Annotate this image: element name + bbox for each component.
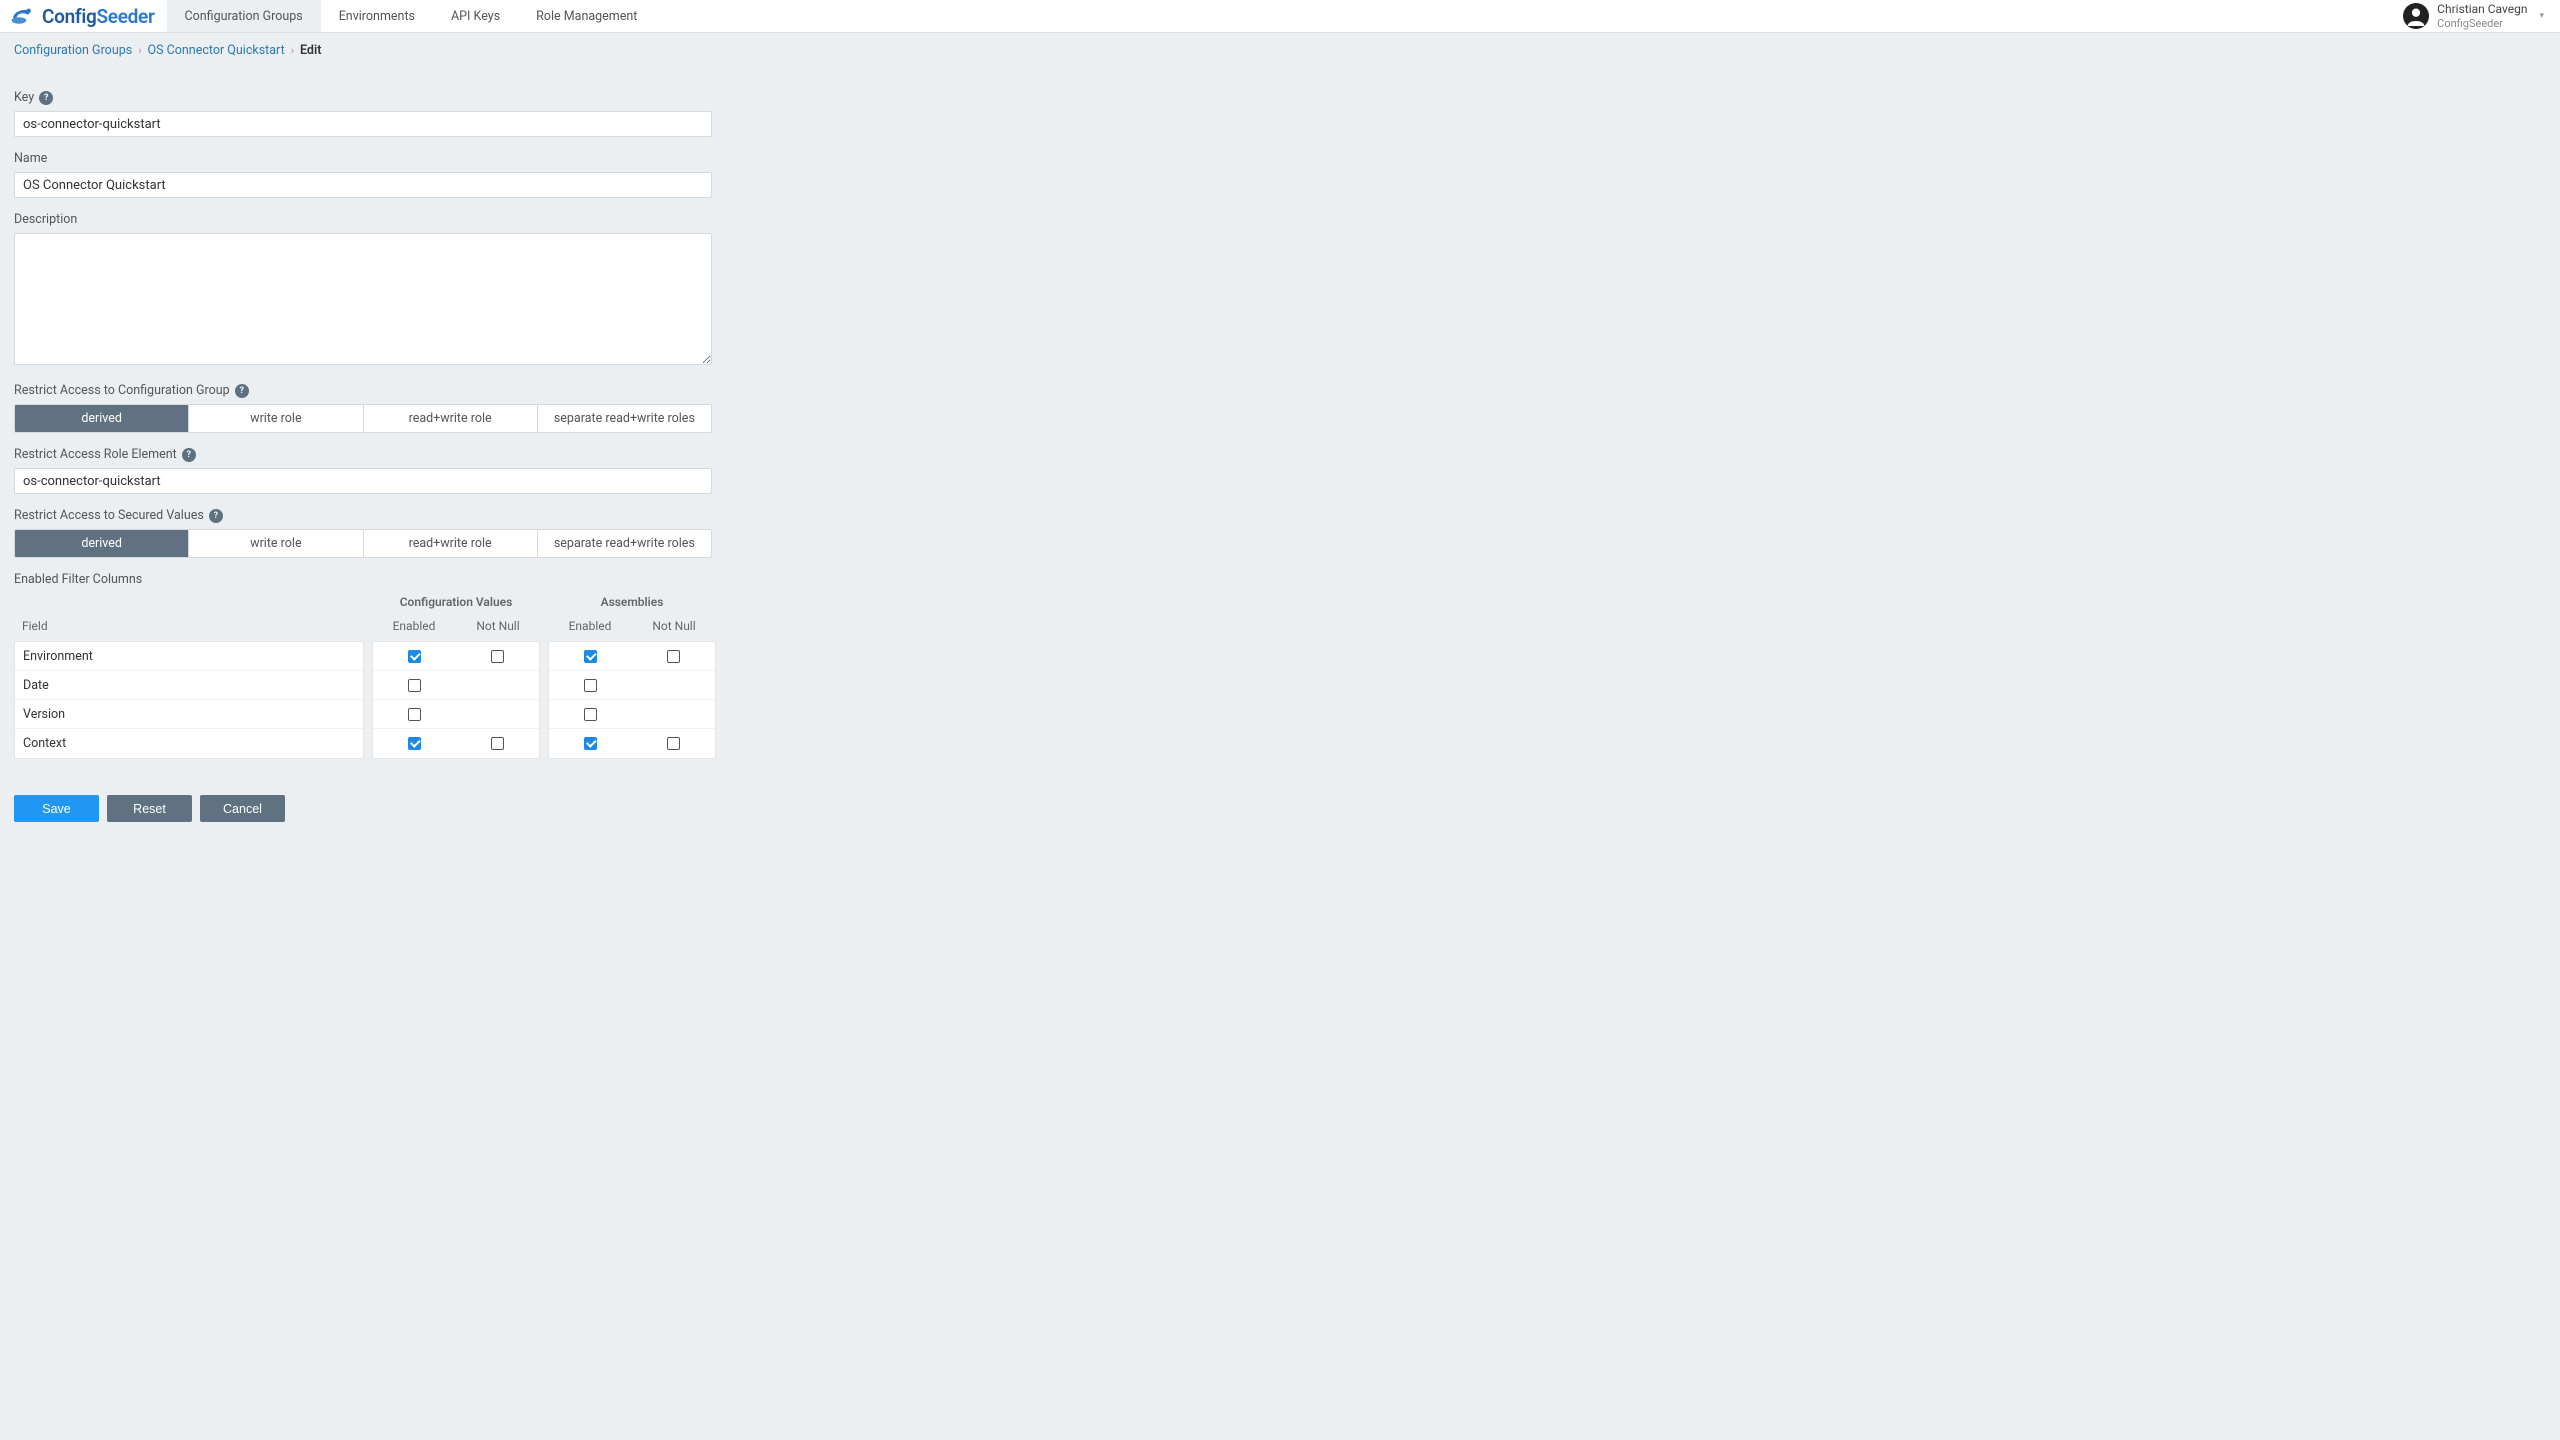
filter-row <box>549 671 715 700</box>
filter-row: Date <box>15 671 363 700</box>
segment-write-role[interactable]: write role <box>189 530 363 557</box>
filter-row <box>373 729 539 758</box>
breadcrumb-link[interactable]: OS Connector Quickstart <box>148 43 285 58</box>
help-icon[interactable]: ? <box>209 509 223 523</box>
chevron-right-icon: › <box>285 44 300 57</box>
description-label: Description <box>14 212 766 227</box>
segment-read-write-role[interactable]: read+write role <box>364 405 538 432</box>
breadcrumb: Configuration Groups›OS Connector Quicks… <box>0 33 2560 66</box>
role-element-input[interactable] <box>14 468 712 494</box>
filter-row <box>373 700 539 729</box>
reset-button[interactable]: Reset <box>107 795 192 822</box>
checkbox[interactable] <box>584 737 597 750</box>
nav-item-api-keys[interactable]: API Keys <box>433 0 518 32</box>
checkbox[interactable] <box>408 650 421 663</box>
notnull-header: Not Null <box>456 619 540 641</box>
notnull-header: Not Null <box>632 619 716 641</box>
field-name: Date <box>15 678 49 693</box>
filter-row <box>373 642 539 671</box>
name-input[interactable] <box>14 172 712 198</box>
breadcrumb-link[interactable]: Configuration Groups <box>14 43 132 58</box>
segment-read-write-role[interactable]: read+write role <box>364 530 538 557</box>
nav-item-environments[interactable]: Environments <box>321 0 433 32</box>
field-name: Context <box>15 736 66 751</box>
name-label: Name <box>14 151 766 166</box>
help-icon[interactable]: ? <box>182 448 196 462</box>
checkbox[interactable] <box>667 737 680 750</box>
filter-row: Version <box>15 700 363 729</box>
restrict-secured-segmented: derivedwrite roleread+write roleseparate… <box>14 529 712 558</box>
chevron-down-icon: ▾ <box>2535 11 2544 21</box>
user-menu[interactable]: Christian Cavegn ConfigSeeder ▾ <box>2403 0 2560 32</box>
enabled-header: Enabled <box>548 619 632 641</box>
checkbox[interactable] <box>408 679 421 692</box>
assemblies-header: Assemblies <box>548 595 716 619</box>
filter-row: Environment <box>15 642 363 671</box>
user-name: Christian Cavegn <box>2437 2 2527 16</box>
help-icon[interactable]: ? <box>39 91 53 105</box>
content: Key ? Name Description Restrict Access t… <box>0 66 780 836</box>
main-nav: Configuration GroupsEnvironmentsAPI Keys… <box>167 0 656 32</box>
key-input[interactable] <box>14 111 712 137</box>
config-values-header: Configuration Values <box>372 595 540 619</box>
segment-derived[interactable]: derived <box>15 405 189 432</box>
enabled-header: Enabled <box>372 619 456 641</box>
filter-columns-label: Enabled Filter Columns <box>14 572 766 587</box>
segment-separate-read-write-roles[interactable]: separate read+write roles <box>538 530 711 557</box>
breadcrumb-current: Edit <box>300 43 321 58</box>
checkbox[interactable] <box>491 737 504 750</box>
segment-derived[interactable]: derived <box>15 530 189 557</box>
checkbox[interactable] <box>584 650 597 663</box>
chevron-right-icon: › <box>132 44 147 57</box>
restrict-secured-label: Restrict Access to Secured Values ? <box>14 508 766 523</box>
description-input[interactable] <box>14 233 712 365</box>
filter-row <box>549 700 715 729</box>
key-label: Key ? <box>14 90 766 105</box>
segment-write-role[interactable]: write role <box>189 405 363 432</box>
field-name: Version <box>15 707 65 722</box>
cancel-button[interactable]: Cancel <box>200 795 285 822</box>
topbar: ConfigSeeder Configuration GroupsEnviron… <box>0 0 2560 33</box>
filter-row <box>373 671 539 700</box>
nav-item-role-management[interactable]: Role Management <box>518 0 655 32</box>
checkbox[interactable] <box>408 737 421 750</box>
nav-item-configuration-groups[interactable]: Configuration Groups <box>167 0 321 32</box>
help-icon[interactable]: ? <box>235 384 249 398</box>
field-name: Environment <box>15 649 93 664</box>
logo-icon <box>10 5 36 27</box>
filter-row <box>549 642 715 671</box>
logo[interactable]: ConfigSeeder <box>0 0 167 32</box>
segment-separate-read-write-roles[interactable]: separate read+write roles <box>538 405 711 432</box>
checkbox[interactable] <box>491 650 504 663</box>
restrict-group-label: Restrict Access to Configuration Group ? <box>14 383 766 398</box>
filter-grid: Field Environment Date Version Context Conf… <box>14 595 766 759</box>
action-bar: Save Reset Cancel <box>14 795 766 822</box>
avatar-icon <box>2403 3 2429 29</box>
logo-text: ConfigSeeder <box>42 5 155 28</box>
filter-row: Context <box>15 729 363 758</box>
checkbox[interactable] <box>667 650 680 663</box>
user-org: ConfigSeeder <box>2437 17 2527 30</box>
checkbox[interactable] <box>584 708 597 721</box>
checkbox[interactable] <box>584 679 597 692</box>
filter-row <box>549 729 715 758</box>
save-button[interactable]: Save <box>14 795 99 822</box>
role-element-label: Restrict Access Role Element ? <box>14 447 766 462</box>
restrict-group-segmented: derivedwrite roleread+write roleseparate… <box>14 404 712 433</box>
checkbox[interactable] <box>408 708 421 721</box>
field-column-header: Field <box>14 619 364 641</box>
